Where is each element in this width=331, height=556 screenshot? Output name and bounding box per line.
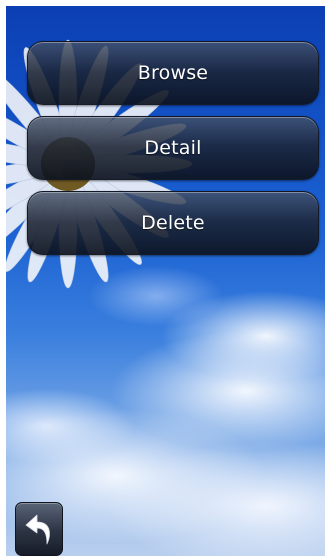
delete-button-label: Delete — [141, 212, 205, 234]
browse-button[interactable]: Browse — [27, 41, 319, 105]
back-button[interactable] — [15, 502, 63, 556]
detail-button-label: Detail — [144, 137, 202, 159]
back-arrow-icon — [25, 514, 50, 545]
delete-button[interactable]: Delete — [27, 191, 319, 255]
browse-button-label: Browse — [137, 62, 209, 84]
detail-button[interactable]: Detail — [27, 116, 319, 180]
app-screen: Browse Detail Delete — [6, 6, 325, 556]
